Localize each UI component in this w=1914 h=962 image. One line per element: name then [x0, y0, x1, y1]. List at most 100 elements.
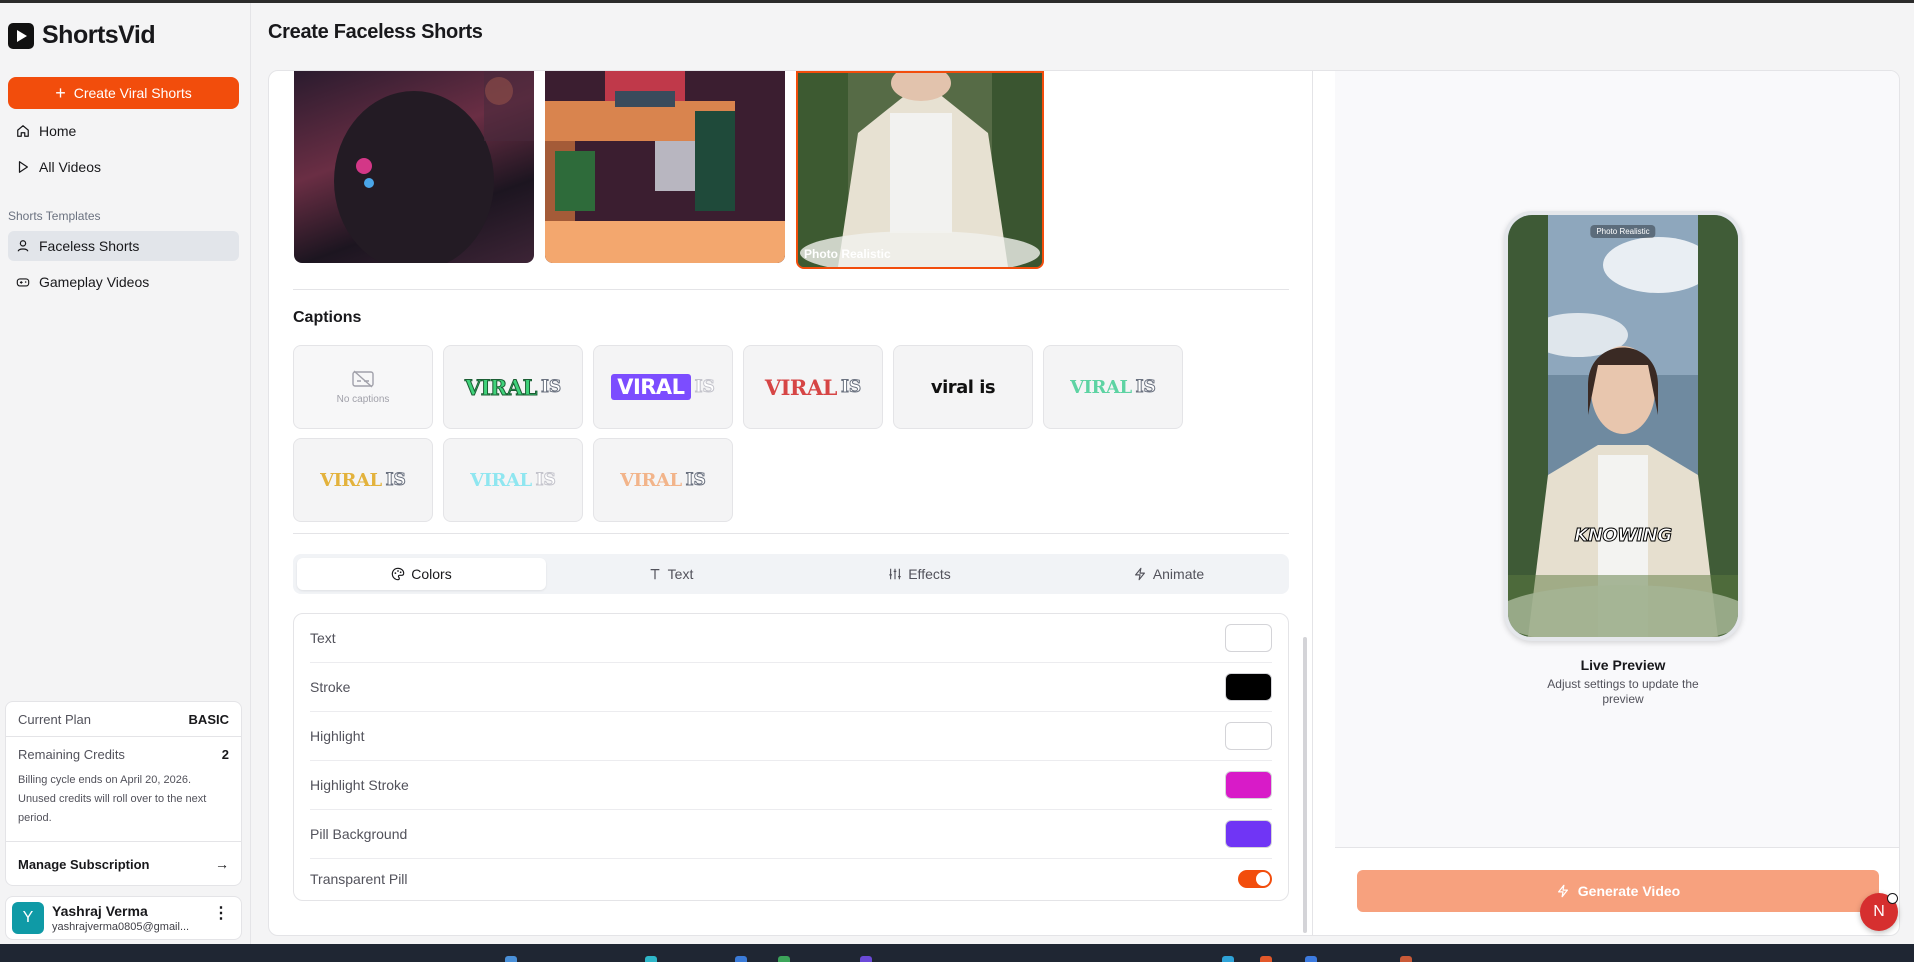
generate-video-label: Generate Video: [1577, 883, 1681, 899]
highlight-stroke-color-swatch[interactable]: [1225, 771, 1272, 799]
caption-preview: VIRAL IS: [1070, 377, 1156, 398]
notification-avatar-button[interactable]: N: [1860, 893, 1898, 931]
taskbar-app-icon[interactable]: [860, 956, 872, 962]
color-label: Text: [310, 630, 336, 646]
user-menu[interactable]: Y Yashraj Verma yashrajverma0805@gmail..…: [5, 896, 242, 940]
user-email: yashrajverma0805@gmail...: [52, 921, 190, 933]
clapperboard-logo-icon: [8, 22, 34, 49]
color-row-text: Text: [310, 614, 1272, 663]
caption-is-text: IS: [685, 470, 706, 491]
cyberpunk-image: [334, 71, 534, 263]
style-thumb-pixel-art[interactable]: [545, 71, 785, 263]
toggle-label: Transparent Pill: [310, 871, 408, 887]
taskbar-app-icon[interactable]: [645, 956, 657, 962]
highlight-color-swatch[interactable]: [1225, 722, 1272, 750]
tab-animate[interactable]: Animate: [1044, 558, 1293, 590]
nav-item-faceless-shorts[interactable]: Faceless Shorts: [8, 231, 239, 261]
bolt-icon: [1557, 884, 1568, 898]
create-viral-shorts-button[interactable]: + Create Viral Shorts: [8, 77, 239, 109]
color-row-highlight-stroke: Highlight Stroke: [310, 761, 1272, 810]
brand[interactable]: ShortsVid: [8, 21, 156, 50]
tab-label: Text: [667, 566, 694, 582]
arrow-right-icon: →: [215, 856, 229, 872]
taskbar-app-icon[interactable]: [1222, 956, 1234, 962]
taskbar-app-icon[interactable]: [1260, 956, 1272, 962]
tab-label: Colors: [411, 566, 452, 582]
taskbar-app-icon[interactable]: [505, 956, 517, 962]
current-plan-label: Current Plan: [18, 711, 91, 727]
editor-card: Photo Realistic Captions No captions VIR…: [268, 70, 1900, 936]
taskbar-app-icon[interactable]: [1305, 956, 1317, 962]
preview-caption: KNOWING: [1574, 525, 1673, 547]
os-taskbar: [0, 944, 1914, 962]
color-row-pill-background: Pill Background: [310, 810, 1272, 859]
caption-style-3[interactable]: VIRAL IS: [743, 345, 883, 429]
color-label: Highlight: [310, 728, 365, 744]
nav-item-gameplay-videos[interactable]: Gameplay Videos: [8, 267, 239, 297]
tab-text[interactable]: Text: [546, 558, 795, 590]
caption-main-text: VIRAL: [1070, 376, 1132, 398]
text-color-swatch[interactable]: [1225, 624, 1272, 652]
caption-is-text: IS: [540, 377, 562, 398]
current-plan-row: Current Plan BASIC: [6, 702, 241, 736]
caption-preview: VIRAL IS: [611, 374, 715, 400]
caption-main-text: VIRAL: [470, 469, 532, 491]
taskbar-app-icon[interactable]: [735, 956, 747, 962]
pixel-art-image: [545, 71, 785, 263]
caption-preview: VIRAL IS: [764, 374, 862, 400]
live-preview-subtitle: Adjust settings to update the preview: [1547, 677, 1699, 706]
brand-name: ShortsVid: [42, 21, 156, 49]
style-thumb-cyberpunk[interactable]: [294, 71, 534, 263]
taskbar-app-icon[interactable]: [1400, 956, 1412, 962]
tab-effects[interactable]: Effects: [795, 558, 1044, 590]
caption-is-text: IS: [694, 377, 715, 398]
more-vertical-icon[interactable]: ⋮: [213, 906, 229, 922]
nav-item-home[interactable]: Home: [8, 116, 239, 146]
caption-style-1[interactable]: VIRAL IS: [443, 345, 583, 429]
color-row-transparent-pill: Transparent Pill: [310, 859, 1272, 899]
preview-style-tag: Photo Realistic: [1590, 225, 1656, 238]
plus-icon: +: [55, 83, 66, 103]
caption-style-6[interactable]: VIRAL IS: [293, 438, 433, 522]
phone-screen: Photo Realistic KNOWING: [1508, 215, 1738, 637]
preview-panel: Photo Realistic KNOWING Live Preview Adj…: [1313, 71, 1899, 935]
color-label: Stroke: [310, 679, 351, 695]
caption-main-text: VIRAL: [620, 469, 682, 491]
style-label: Photo Realistic: [804, 247, 891, 261]
caption-preview: VIRAL IS: [620, 470, 706, 491]
captions-title: Captions: [293, 309, 362, 326]
transparent-pill-toggle[interactable]: [1238, 870, 1272, 888]
caption-main-text: VIRAL: [764, 374, 838, 400]
style-thumb-photo-realistic[interactable]: Photo Realistic: [796, 71, 1044, 269]
caption-style-7[interactable]: VIRAL IS: [443, 438, 583, 522]
tab-colors[interactable]: Colors: [297, 558, 546, 590]
caption-style-2[interactable]: VIRAL IS: [593, 345, 733, 429]
caption-style-4[interactable]: viral is: [893, 345, 1033, 429]
credits-value: 2: [221, 746, 229, 762]
tab-label: Animate: [1152, 566, 1205, 582]
scrollbar[interactable]: [1303, 637, 1307, 933]
caption-style-5[interactable]: VIRAL IS: [1043, 345, 1183, 429]
nav-item-label: All Videos: [39, 159, 102, 175]
caption-is-text: IS: [385, 470, 406, 491]
generate-video-button[interactable]: Generate Video: [1357, 870, 1879, 912]
user-icon: [17, 240, 29, 252]
no-captions-icon: [352, 369, 374, 388]
templates-section-label: Shorts Templates: [8, 209, 101, 223]
caption-style-8[interactable]: VIRAL IS: [593, 438, 733, 522]
nav-item-label: Home: [39, 123, 77, 139]
avatar: Y: [12, 902, 44, 934]
caption-main-text: VIRAL: [464, 374, 538, 400]
tab-label: Effects: [908, 566, 951, 582]
caption-style-none[interactable]: No captions: [293, 345, 433, 429]
caption-main-text: VIRAL: [320, 469, 382, 491]
play-icon: [18, 161, 28, 173]
taskbar-app-icon[interactable]: [778, 956, 790, 962]
pill-background-color-swatch[interactable]: [1225, 820, 1272, 848]
stroke-color-swatch[interactable]: [1225, 673, 1272, 701]
nav-item-all-videos[interactable]: All Videos: [8, 152, 239, 182]
caption-preview: VIRAL IS: [320, 470, 406, 491]
live-preview-title: Live Preview: [1580, 657, 1666, 673]
manage-subscription-link[interactable]: Manage Subscription →: [6, 842, 241, 886]
billing-note: Billing cycle ends on April 20, 2026. Un…: [18, 774, 207, 824]
